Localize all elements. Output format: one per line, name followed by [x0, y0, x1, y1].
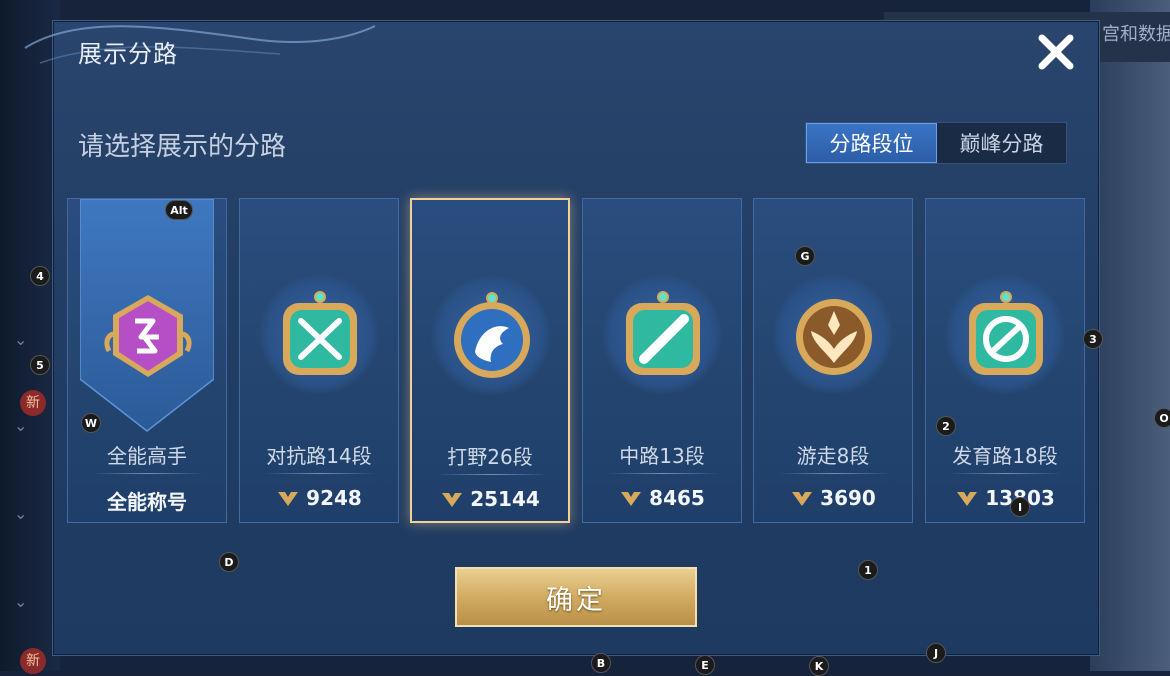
lane-card-value: 全能称号: [68, 486, 226, 515]
tab-lane-rank[interactable]: 分路段位: [806, 123, 937, 163]
card-divider: [436, 474, 548, 475]
key-hint: 5: [30, 355, 50, 375]
chain-link-badge-icon: [969, 291, 1043, 375]
dialog-subtitle: 请选择展示的分路: [78, 132, 287, 162]
key-hint: 1: [858, 560, 878, 580]
key-hint: J: [926, 643, 946, 663]
new-badge: 新: [20, 648, 46, 674]
lane-card-top[interactable]: 对抗路14段 9248: [239, 198, 399, 523]
key-hint: 2: [936, 416, 956, 436]
chevron-down-icon: ⌄: [14, 504, 28, 523]
tab-peak-lane[interactable]: 巅峰分路: [937, 123, 1066, 163]
key-hint: O: [1154, 408, 1170, 428]
key-hint: 4: [30, 266, 50, 286]
lane-card-name: 发育路18段: [952, 444, 1058, 468]
purple-emblem-icon: [104, 295, 192, 377]
new-badge: 新: [20, 390, 46, 416]
score-value: 3690: [820, 486, 876, 510]
confirm-button[interactable]: 确定: [455, 567, 697, 627]
score-icon: [621, 492, 642, 506]
card-divider: [92, 473, 204, 474]
chevron-down-icon: ⌄: [14, 592, 28, 611]
lane-card-score: 25144: [412, 487, 568, 511]
lane-type-tabs: 分路段位 巅峰分路: [805, 122, 1067, 164]
card-divider: [778, 473, 890, 474]
lane-card-farm[interactable]: 发育路18段 13803: [925, 198, 1085, 523]
diagonal-slash-badge-icon: [626, 291, 700, 375]
key-hint: K: [809, 656, 829, 676]
close-icon[interactable]: [1034, 30, 1078, 74]
winged-shield-badge-icon: [796, 299, 872, 375]
chevron-down-icon: ⌄: [14, 416, 28, 435]
dragon-badge-icon: [454, 292, 530, 378]
lane-card-all-round[interactable]: 全能高手 全能称号: [67, 198, 227, 523]
score-value: 9248: [306, 486, 362, 510]
lane-card-score: 9248: [240, 486, 398, 510]
lane-card-roam[interactable]: 游走8段 3690: [753, 198, 913, 523]
score-value: 25144: [470, 487, 540, 511]
card-divider: [264, 473, 376, 474]
key-hint: B: [591, 653, 611, 673]
lane-card-score: 8465: [583, 486, 741, 510]
lane-card-name: 全能高手: [107, 444, 187, 468]
key-hint: D: [219, 552, 239, 572]
card-divider: [950, 473, 1062, 474]
score-icon: [442, 493, 463, 507]
score-icon: [278, 492, 299, 506]
score-value: 8465: [649, 486, 705, 510]
chevron-down-icon: ⌄: [14, 330, 28, 349]
dialog-title: 展示分路: [78, 40, 178, 68]
lane-card-mid[interactable]: 中路13段 8465: [582, 198, 742, 523]
crossed-swords-badge-icon: [283, 291, 357, 375]
key-hint: Alt: [165, 200, 193, 220]
key-hint: E: [695, 655, 715, 675]
key-hint: G: [795, 246, 815, 266]
lane-card-name: 中路13段: [619, 444, 705, 468]
key-hint: W: [81, 413, 101, 433]
key-hint: I: [1010, 497, 1030, 517]
score-icon: [957, 492, 978, 506]
title-text: 全能称号: [107, 490, 187, 514]
card-divider: [607, 473, 719, 474]
lane-card-name: 打野26段: [447, 445, 533, 469]
lane-card-name: 游走8段: [796, 444, 870, 468]
lane-card-jungle[interactable]: 打野26段 25144: [410, 198, 570, 523]
lane-card-name: 对抗路14段: [266, 444, 372, 468]
background-left-panel: [0, 0, 60, 671]
lane-card-score: 3690: [754, 486, 912, 510]
title-decoration-swirl: [24, 25, 376, 64]
key-hint: 3: [1083, 329, 1103, 349]
lane-card-score: 13803: [926, 486, 1084, 510]
score-icon: [792, 492, 813, 506]
